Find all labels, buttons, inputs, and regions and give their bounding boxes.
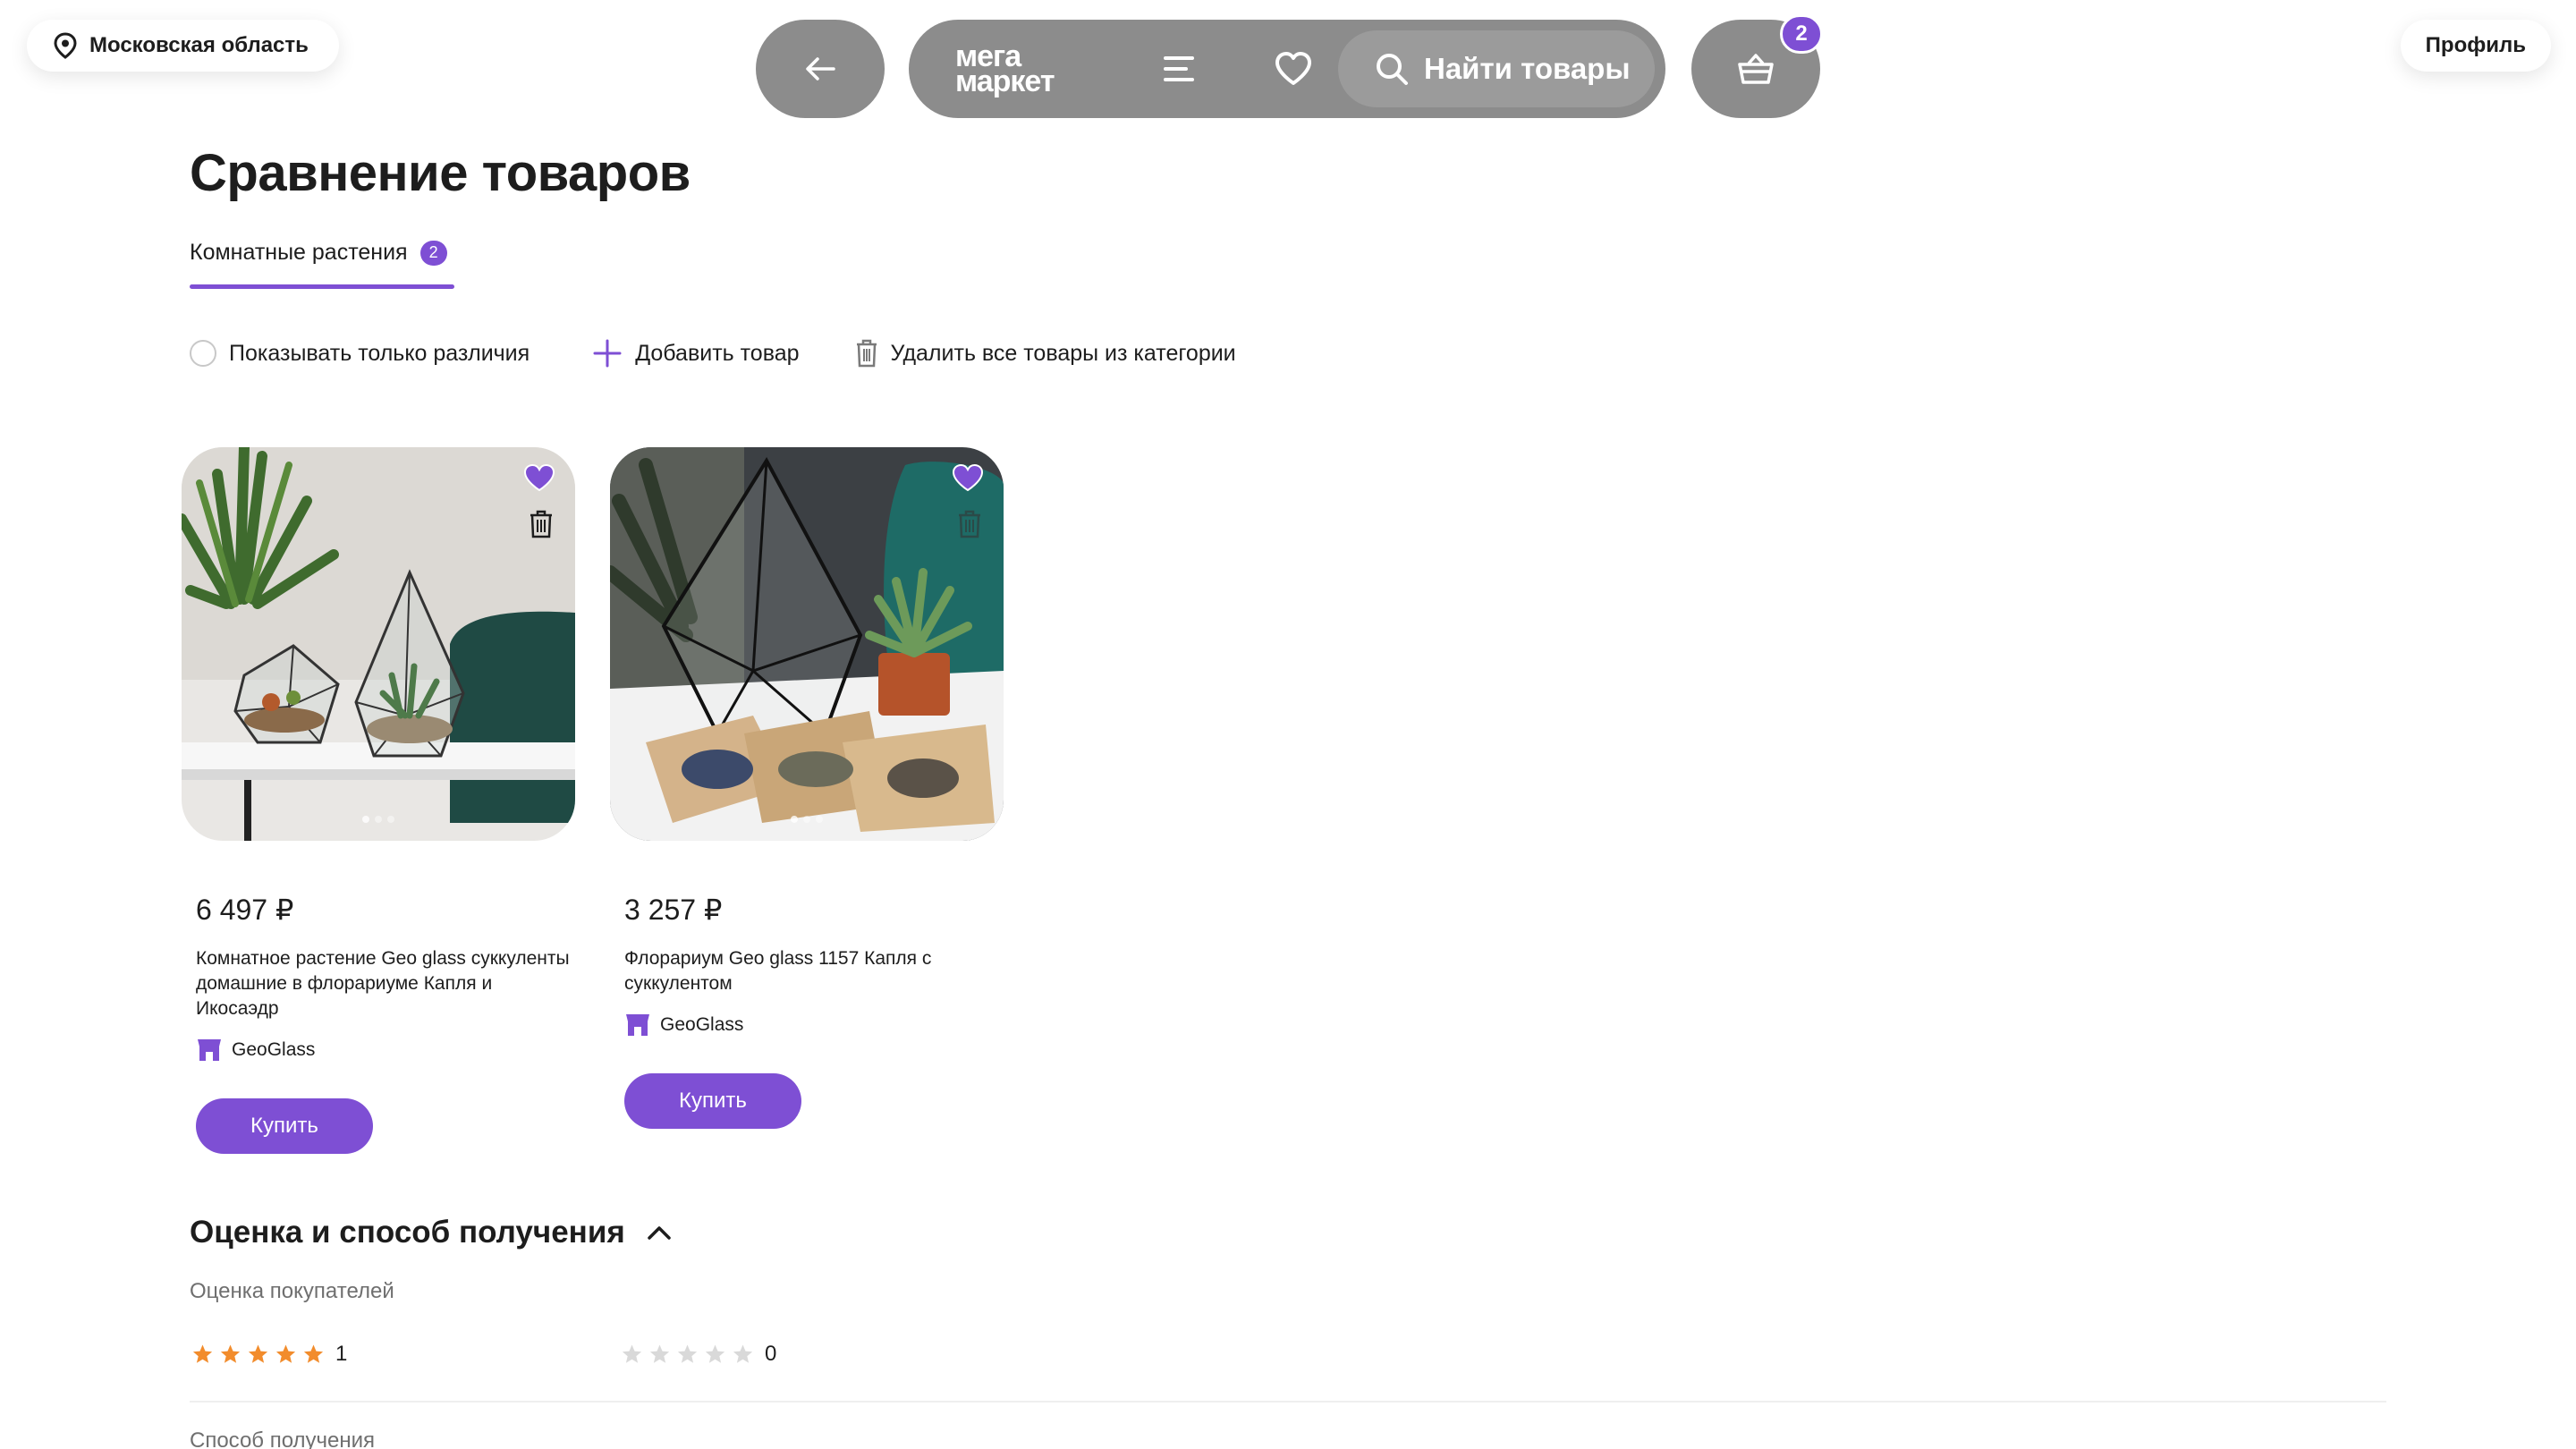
star-icon (303, 1344, 324, 1363)
arrow-left-icon (806, 57, 835, 80)
product-card: 3 257 ₽ Флорариум Geo glass 1157 Капля с… (610, 447, 1004, 1129)
search-icon (1377, 54, 1408, 85)
profile-button[interactable]: Профиль (2400, 20, 2551, 72)
star-icon (192, 1344, 213, 1363)
image-pagination-dots (610, 816, 1004, 823)
tab-label: Комнатные растения (190, 240, 408, 265)
seller-name: GeoGlass (660, 1014, 744, 1035)
star-icon (275, 1344, 296, 1363)
product-name[interactable]: Комнатное растение Geo glass суккуленты … (196, 946, 572, 1021)
region-label: Московская область (89, 33, 309, 57)
back-button[interactable] (756, 20, 885, 118)
heart-icon (1275, 52, 1311, 85)
seller-link[interactable]: GeoGlass (624, 1013, 1004, 1038)
product-rating: 1 (191, 1342, 347, 1367)
catalog-menu-button[interactable] (1152, 42, 1206, 96)
buy-button[interactable]: Купить (624, 1073, 801, 1129)
star-icon (677, 1344, 698, 1363)
trash-icon (856, 339, 877, 368)
star-icon (248, 1344, 268, 1363)
region-selector[interactable]: Московская область (27, 20, 339, 72)
rating-stars (621, 1343, 754, 1365)
buy-button[interactable]: Купить (196, 1098, 373, 1154)
rating-count: 0 (765, 1342, 777, 1366)
star-icon (220, 1344, 241, 1363)
search-input[interactable]: Найти товары (1338, 30, 1655, 107)
seller-link[interactable]: GeoGlass (196, 1038, 575, 1063)
favorite-heart-icon[interactable] (952, 463, 984, 492)
delete-all-label: Удалить все товары из категории (890, 340, 1236, 366)
star-icon (649, 1344, 670, 1363)
product-price: 6 497 ₽ (196, 894, 294, 926)
rating-count: 1 (335, 1342, 348, 1366)
page-title: Сравнение товаров (190, 144, 691, 202)
star-icon (733, 1344, 753, 1363)
delivery-method-label: Способ получения (190, 1428, 376, 1449)
cart-count-badge: 2 (1780, 14, 1823, 54)
menu-icon (1164, 56, 1194, 81)
tab-houseplants[interactable]: Комнатные растения 2 (190, 240, 447, 266)
remove-trash-icon[interactable] (957, 510, 982, 538)
customer-rating-label: Оценка покупателей (190, 1279, 394, 1303)
chevron-up-icon (648, 1226, 671, 1240)
show-differences-label: Показывать только различия (229, 340, 530, 366)
image-pagination-dots (182, 816, 575, 823)
plus-icon (593, 339, 622, 368)
product-photo (182, 447, 575, 841)
radio-button[interactable] (190, 340, 216, 367)
tab-count-badge: 2 (419, 240, 447, 266)
main-nav-bar: мега маркет Найти товары (909, 20, 1665, 118)
show-differences-toggle[interactable]: Показывать только различия (190, 340, 530, 367)
favorite-heart-icon[interactable] (523, 463, 555, 492)
product-photo (610, 447, 1004, 841)
product-image[interactable] (610, 447, 1004, 841)
section-divider (190, 1401, 2386, 1402)
product-price: 3 257 ₽ (624, 894, 723, 926)
star-icon (622, 1344, 642, 1363)
seller-name: GeoGlass (232, 1039, 316, 1060)
product-rating: 0 (621, 1342, 776, 1367)
favorites-button[interactable] (1267, 42, 1320, 96)
shop-icon (626, 1014, 649, 1036)
delete-all-button[interactable]: Удалить все товары из категории (855, 339, 1236, 368)
add-product-label: Добавить товар (635, 340, 800, 366)
shop-icon (198, 1039, 221, 1061)
megamarket-logo[interactable]: мега маркет (955, 41, 1098, 97)
tab-active-indicator (190, 284, 454, 289)
rating-section-toggle[interactable]: Оценка и способ получения (190, 1215, 672, 1250)
add-product-button[interactable]: Добавить товар (592, 338, 800, 369)
product-name[interactable]: Флорариум Geo glass 1157 Капля с суккуле… (624, 946, 1000, 996)
basket-icon (1738, 54, 1774, 84)
rating-stars (191, 1343, 325, 1365)
compare-controls: Показывать только различия Добавить това… (190, 338, 1236, 369)
location-pin-icon (54, 32, 77, 59)
product-image[interactable] (182, 447, 575, 841)
remove-trash-icon[interactable] (529, 510, 554, 538)
search-placeholder: Найти товары (1424, 52, 1631, 85)
product-card: 6 497 ₽ Комнатное растение Geo glass сук… (182, 447, 575, 1154)
section-title: Оценка и способ получения (190, 1215, 625, 1250)
star-icon (705, 1344, 725, 1363)
